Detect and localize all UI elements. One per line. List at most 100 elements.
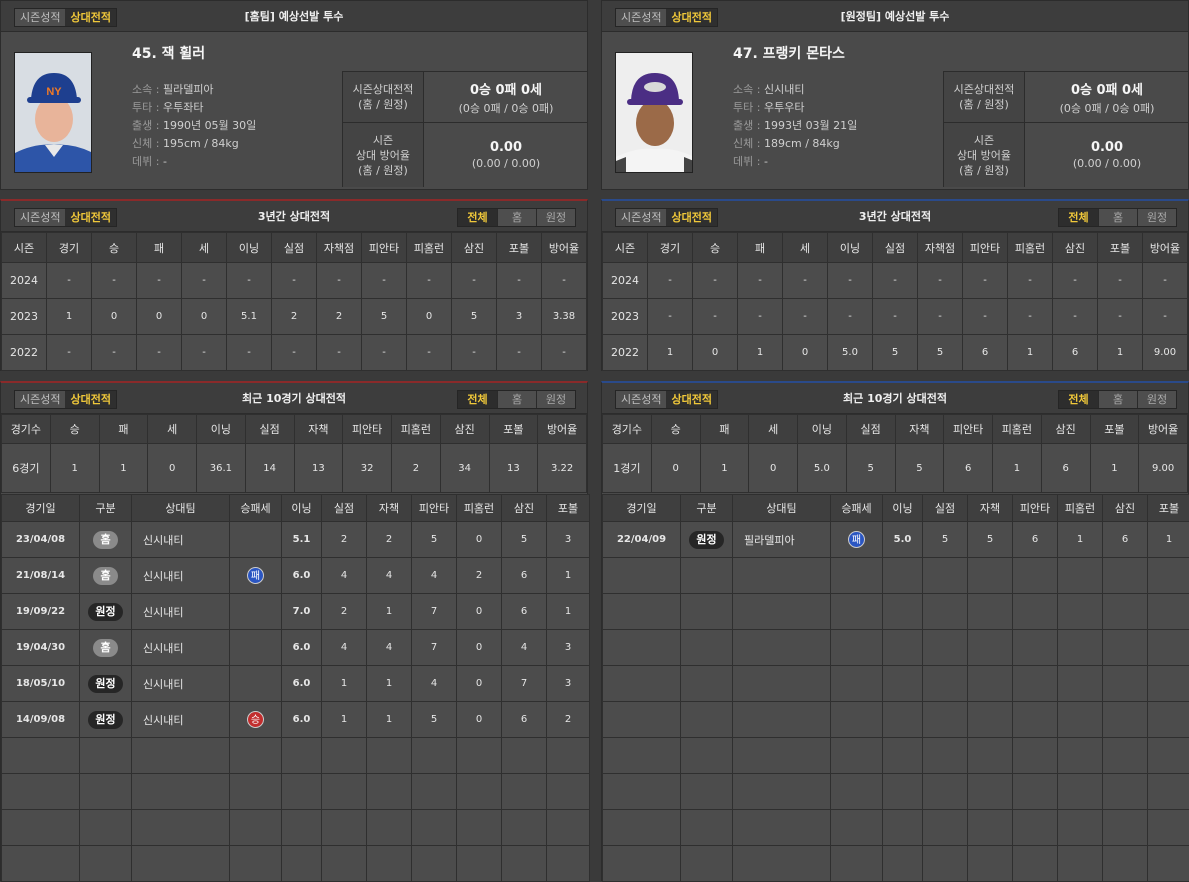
stat-cell: 4	[502, 630, 547, 666]
stat-cell: 2	[547, 702, 590, 738]
away-recent-filter-all[interactable]: 전체	[1059, 391, 1098, 408]
home-recent-filter-all[interactable]: 전체	[458, 391, 497, 408]
stat-cell: -	[92, 263, 137, 299]
stat-cell: 1	[1008, 335, 1053, 371]
game-location	[80, 738, 132, 774]
game-result: 패	[230, 558, 282, 594]
away-three-year-filter-all[interactable]: 전체	[1059, 209, 1098, 226]
opponent-team	[733, 774, 831, 810]
away-three-year-filter-home[interactable]: 홈	[1098, 209, 1137, 226]
column-header: 세	[182, 233, 227, 263]
empty-row	[2, 738, 590, 774]
stat-cell: -	[137, 263, 182, 299]
column-header: 삼진	[1041, 415, 1090, 444]
stat-cell: 6	[1053, 335, 1098, 371]
column-header: 피홈런	[993, 415, 1042, 444]
game-result	[831, 558, 883, 594]
stat-cell: 1	[738, 335, 783, 371]
game-result	[831, 810, 883, 846]
table-row: 202210105.05561619.00	[603, 335, 1188, 371]
home-three-year-record: 시즌성적상대전적3년간 상대전적전체홈원정시즌경기승패세이닝실점자책점피안타피홈…	[0, 199, 588, 371]
home-three-year-filter-away[interactable]: 원정	[536, 209, 575, 226]
stat-cell	[923, 774, 968, 810]
stat-cell	[322, 846, 367, 882]
home-season-record: 시즌상대전적 (홈 / 원정)0승 0패 0세(0승 0패 / 0승 0패)	[342, 71, 587, 123]
stat-cell: -	[272, 263, 317, 299]
stat-cell	[968, 594, 1013, 630]
stat-cell: 5	[923, 522, 968, 558]
column-header: 패	[137, 233, 182, 263]
stat-cell: 5	[968, 522, 1013, 558]
stat-cell: 36.1	[197, 444, 246, 493]
away-pitcher-profile: 시즌성적상대전적[원정팀] 예상선발 투수47. 프랭키 몬타스소속 : 신시내…	[601, 0, 1189, 190]
stat-cell	[1148, 738, 1189, 774]
stat-cell: -	[963, 263, 1008, 299]
stat-cell	[547, 738, 590, 774]
table-header-row: 경기일구분상대팀승패세이닝실점자책피안타피홈런삼진포볼	[603, 495, 1189, 522]
stat-cell: -	[828, 299, 873, 335]
game-location: 홈	[80, 522, 132, 558]
empty-row	[603, 594, 1189, 630]
away-three-year-filter-away[interactable]: 원정	[1137, 209, 1176, 226]
stat-cell: -	[317, 263, 362, 299]
game-location: 원정	[80, 594, 132, 630]
game-row: 19/09/22원정신시내티7.0217061	[2, 594, 590, 630]
stat-cell	[1013, 594, 1058, 630]
season-cell: 2023	[2, 299, 47, 335]
home-recent-filter-home[interactable]: 홈	[497, 391, 536, 408]
stat-cell: 5	[452, 299, 497, 335]
stat-cell: 6.0	[282, 702, 322, 738]
game-row: 21/08/14홈신시내티패6.0444261	[2, 558, 590, 594]
stat-cell	[1058, 594, 1103, 630]
stat-cell	[883, 594, 923, 630]
column-header: 포볼	[1148, 495, 1189, 522]
column-header: 상대팀	[132, 495, 230, 522]
stat-cell: -	[362, 263, 407, 299]
summary-label: 시즌 상대 방어율 (홈 / 원정)	[944, 123, 1025, 187]
away-recent-filter-home[interactable]: 홈	[1098, 391, 1137, 408]
column-header: 포볼	[1098, 233, 1143, 263]
home-three-year-filter-all[interactable]: 전체	[458, 209, 497, 226]
stat-cell	[457, 738, 502, 774]
stat-cell: 3	[547, 522, 590, 558]
stat-cell	[367, 810, 412, 846]
home-three-year-filter-home[interactable]: 홈	[497, 209, 536, 226]
game-date: 21/08/14	[2, 558, 80, 594]
info-value: 195cm / 84kg	[163, 137, 239, 150]
stat-cell: -	[693, 299, 738, 335]
stat-cell: 0	[137, 299, 182, 335]
away-three-year-header: 시즌성적상대전적3년간 상대전적전체홈원정	[602, 201, 1188, 232]
column-header: 피홈런	[1008, 233, 1053, 263]
stat-cell	[1058, 558, 1103, 594]
stat-cell: 7	[412, 630, 457, 666]
column-header: 자책	[895, 415, 944, 444]
away-recent-filter-away[interactable]: 원정	[1137, 391, 1176, 408]
stat-cell	[1103, 846, 1148, 882]
info-row: 신체 : 195cm / 84kg	[120, 135, 340, 153]
win-badge: 승	[247, 711, 264, 728]
game-result: 승	[230, 702, 282, 738]
info-row: 신체 : 189cm / 84kg	[721, 135, 941, 153]
stat-cell	[1103, 738, 1148, 774]
column-header: 경기수	[603, 415, 652, 444]
column-header: 자책점	[918, 233, 963, 263]
stat-cell	[968, 558, 1013, 594]
stat-cell: -	[137, 335, 182, 371]
opponent-team: 신시내티	[132, 522, 230, 558]
opponent-team	[733, 630, 831, 666]
game-date: 18/05/10	[2, 666, 80, 702]
game-date: 14/09/08	[2, 702, 80, 738]
stat-cell: 9.00	[1139, 444, 1188, 493]
away-three-year-table: 시즌경기승패세이닝실점자책점피안타피홈런삼진포볼방어율2024---------…	[602, 232, 1188, 371]
stat-cell	[457, 810, 502, 846]
column-header: 삼진	[440, 415, 489, 444]
info-sep: :	[753, 101, 764, 114]
column-header: 세	[148, 415, 197, 444]
loss-badge: 패	[848, 531, 865, 548]
home-recent-filter-away[interactable]: 원정	[536, 391, 575, 408]
stat-cell: 2	[367, 522, 412, 558]
stat-cell	[1148, 594, 1189, 630]
opponent-team	[132, 846, 230, 882]
stat-cell: 5	[412, 702, 457, 738]
game-date	[603, 702, 681, 738]
